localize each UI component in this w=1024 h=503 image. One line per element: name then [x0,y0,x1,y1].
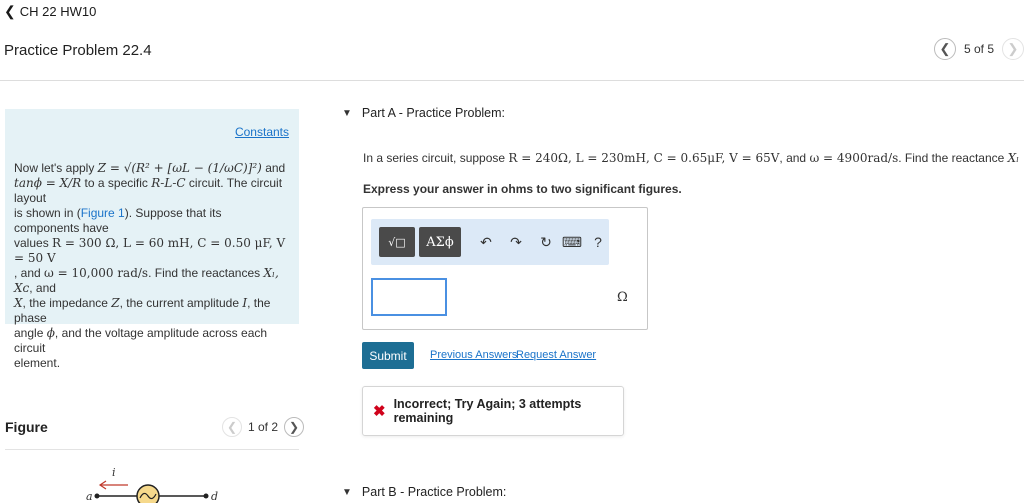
feedback-text: Incorrect; Try Again; 3 attempts remaini… [393,397,582,425]
chevron-left-icon: ❮ [4,3,16,19]
node-d [203,493,209,499]
incorrect-x-icon: ✖ [373,403,386,420]
symbols-button[interactable]: ΑΣϕ [419,227,461,257]
var-z: Z [111,296,120,310]
back-link-label: CH 22 HW10 [19,4,97,19]
symbols-icon: ΑΣϕ [426,234,454,250]
intro-line4-pre: values [14,236,49,250]
redo-icon[interactable]: ↷ [505,234,527,251]
collapse-triangle-icon: ▼ [342,107,352,119]
feedback-box: ✖ Incorrect; Try Again; 3 attempts remai… [362,386,624,436]
part-a-header[interactable]: ▼ Part A - Practice Problem: [342,106,505,120]
undo-icon[interactable]: ↶ [475,234,497,251]
figure-link[interactable]: Figure 1 [81,206,125,220]
keyboard-icon[interactable]: ⌨ [561,234,583,251]
figure-pager: ❮ 1 of 2 ❯ [222,417,305,437]
intro-line8: element. [14,356,61,370]
collapse-triangle-icon: ▼ [342,486,352,498]
chevron-left-icon: ❮ [939,41,951,56]
intro-line2-post: to a specific [84,176,148,190]
intro-text: Now let's apply Z = √(R² + [ωL − (1/ωC)]… [14,161,290,371]
intro-line5-and: , and [29,281,56,295]
part-b-header[interactable]: ▼ Part B - Practice Problem: [342,485,506,499]
previous-answers-link[interactable]: Previous Answers [430,349,517,361]
part-a-title: Part A - Practice Problem: [361,106,506,120]
request-answer-link[interactable]: Request Answer [516,349,596,361]
back-link[interactable]: ❮ CH 22 HW10 [4,3,96,20]
phase-equation: tanϕ = X/R [14,176,82,190]
next-problem-button[interactable]: ❯ [1002,38,1024,60]
previous-figure-button[interactable]: ❮ [222,417,242,437]
help-icon[interactable]: ? [587,234,609,250]
problem-xl: Xₗ [1007,151,1020,165]
problem-mid: , and [779,151,807,165]
problem-values: R = 240Ω, L = 230mH, C = 0.65μF, V = 65V [508,151,780,165]
problem-pager: ❮ 5 of 5 ❯ [933,38,1024,60]
problem-post: . Find the reactance [898,151,1005,165]
chevron-left-icon: ❮ [226,420,238,434]
problem-pre: In a series circuit, suppose [363,151,506,165]
reset-icon[interactable]: ↻ [535,234,557,251]
part-a-problem: In a series circuit, suppose R = 240Ω, L… [363,151,1019,165]
node-d-label: d [211,490,218,503]
answer-box: √□ ΑΣϕ ↶ ↷ ↻ ⌨ ? Ω [362,207,648,330]
submit-button[interactable]: Submit [362,342,414,369]
page-title: Practice Problem 22.4 [4,42,152,59]
pager-label: 5 of 5 [963,42,994,56]
next-figure-button[interactable]: ❯ [284,417,305,437]
intro-line5-pre: , and [14,266,41,280]
intro-line7-pre: angle [14,326,44,340]
intro-line6-text: , the impedance [22,296,108,310]
answer-input[interactable] [371,278,447,316]
intro-line6-text2: , the current amplitude [119,296,240,310]
component-values: R = 300 Ω, L = 60 mH, C = 0.50 μF, V = 5… [14,236,286,265]
figure-pager-label: 1 of 2 [248,420,279,434]
templates-button[interactable]: √□ [379,227,415,257]
figure-label: Figure [5,419,48,435]
chevron-right-icon: ❯ [289,420,300,434]
part-b-title: Part B - Practice Problem: [361,485,507,499]
node-a-label: a [86,490,93,503]
math-toolbar: √□ ΑΣϕ ↶ ↷ ↻ ⌨ ? [371,219,609,265]
figure-divider [5,449,299,450]
answer-instruction: Express your answer in ohms to two signi… [363,182,682,196]
angular-frequency: ω = 10,000 rad/s [44,266,149,280]
intro-panel: Constants Now let's apply Z = √(R² + [ωL… [5,109,299,370]
var-phi: ϕ [46,326,55,340]
templates-icon: √□ [388,235,406,249]
current-label: i [112,466,116,479]
circuit-diagram: a i d [86,466,218,503]
previous-problem-button[interactable]: ❮ [933,38,956,60]
intro-line5-post: . Find the reactances [148,266,261,280]
problem-omega: ω = 4900rad/s [809,151,899,165]
node-a [94,493,100,499]
header-divider [0,80,1024,81]
intro-line1-pre: Now let's apply [14,161,95,175]
impedance-equation: Z = √(R² + [ωL − (1/ωC)]²) [97,161,262,175]
circuit-type: R-L-C [151,176,186,190]
chevron-right-icon: ❯ [1007,41,1019,56]
var-x: X [14,296,23,310]
constants-link[interactable]: Constants [235,125,289,140]
intro-line3-pre: is shown in ( [14,206,81,220]
unit-label: Ω [617,290,628,305]
intro-line1-post: and [265,161,286,175]
